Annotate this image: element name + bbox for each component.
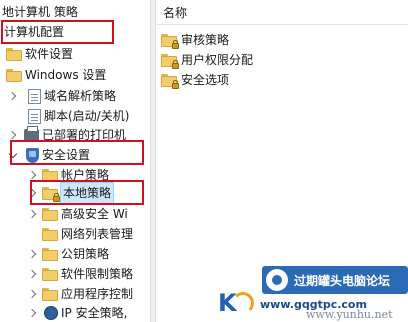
list-item-user-rights[interactable]: 用户权限分配 [161,50,253,70]
watermark: 过期罐头电脑论坛 K www.gqgtpc.com www.yunhu.net [218,262,408,322]
tree-item-ip-security[interactable]: IP 安全策略, [28,303,127,322]
printer-icon [24,126,39,141]
document-icon [28,88,41,104]
tree-item-security-settings[interactable]: 安全设置 [8,145,90,165]
security-settings-icon [26,147,39,163]
tree-item-local-computer-policy[interactable]: 地计算机 策略 [2,2,78,22]
chevron-right-icon[interactable] [28,165,38,185]
tree-item-computer-config[interactable]: 计算机配置 [4,22,64,42]
locked-folder-icon [161,53,179,69]
tree-label: Windows 设置 [25,68,107,82]
chevron-right-icon[interactable] [8,125,18,145]
chevron-right-icon[interactable] [28,183,38,203]
tree-label: 帐户策略 [61,168,110,182]
folder-icon [6,68,22,82]
locked-folder-icon [161,73,179,89]
locked-folder-icon [161,33,179,49]
tree-label: 域名解析策略 [44,89,117,103]
tree-label: 公钥策略 [61,247,110,261]
list-item-audit-policy[interactable]: 审核策略 [161,30,229,50]
tree-item-software-settings[interactable]: 软件设置 [6,44,73,64]
folder-icon [42,168,58,182]
tree-label: 软件限制策略 [61,267,134,281]
tree-label: 脚本(启动/关机) [44,109,130,123]
list-item-label: 审核策略 [181,33,230,47]
watermark-forum-name: 过期罐头电脑论坛 [294,273,391,288]
locked-folder-icon [42,186,60,202]
km-logo-icon: K [218,290,258,316]
folder-icon [42,207,58,221]
list-item-label: 用户权限分配 [181,53,254,67]
tree-label: 计算机配置 [4,25,65,39]
chevron-right-icon[interactable] [28,204,38,224]
chevron-right-icon[interactable] [28,244,38,264]
tree-item-printers[interactable]: 已部署的打印机 [8,125,126,145]
column-header-name[interactable]: 名称 [157,0,408,25]
folder-icon [6,47,22,61]
tree-item-dns-policy[interactable]: 域名解析策略 [8,86,116,106]
tree-label: 网络列表管理 [61,227,134,241]
chevron-right-icon[interactable] [8,86,18,106]
tree-item-app-control[interactable]: 应用程序控制 [28,284,133,304]
chevron-down-icon[interactable] [8,145,18,165]
tree-label: 地计算机 策略 [2,5,78,19]
tree-label: 安全设置 [42,148,91,162]
tree-label: 已部署的打印机 [42,128,127,142]
folder-icon [42,247,58,261]
tree-label: 应用程序控制 [61,287,134,301]
forum-logo-icon [266,269,288,291]
script-icon [28,108,41,124]
watermark-badge: 过期罐头电脑论坛 [262,266,408,294]
tree-item-advanced-security[interactable]: 高级安全 Wi [28,204,128,224]
tree-label: 本地策略 [59,182,115,204]
chevron-right-icon[interactable] [28,284,38,304]
navigation-tree: 地计算机 策略 计算机配置 软件设置 Windows 设置 域名解析策略 脚本(… [0,0,150,322]
tree-item-account-policy[interactable]: 帐户策略 [28,165,109,185]
tree-item-scripts[interactable]: 脚本(启动/关机) [28,106,129,126]
list-item-security-options[interactable]: 安全选项 [161,70,229,90]
folder-icon [42,287,58,301]
chevron-right-icon[interactable] [28,303,38,322]
ip-security-icon [44,306,58,320]
watermark-url-secondary: www.yunhu.net [306,308,393,321]
chevron-right-icon[interactable] [28,264,38,284]
tree-item-software-restriction[interactable]: 软件限制策略 [28,264,133,284]
tree-label: IP 安全策略, [61,306,128,320]
tree-label: 软件设置 [25,47,74,61]
tree-item-local-policy[interactable]: 本地策略 [28,182,115,204]
tree-item-windows-settings[interactable]: Windows 设置 [6,65,106,85]
list-item-label: 安全选项 [181,73,230,87]
folder-icon [42,267,58,281]
tree-item-public-key[interactable]: 公钥策略 [28,244,109,264]
column-header-label: 名称 [163,5,188,20]
tree-label: 高级安全 Wi [61,207,128,221]
tree-item-network-list[interactable]: 网络列表管理 [42,224,133,244]
pane-splitter[interactable] [150,0,156,322]
folder-icon [42,227,58,241]
